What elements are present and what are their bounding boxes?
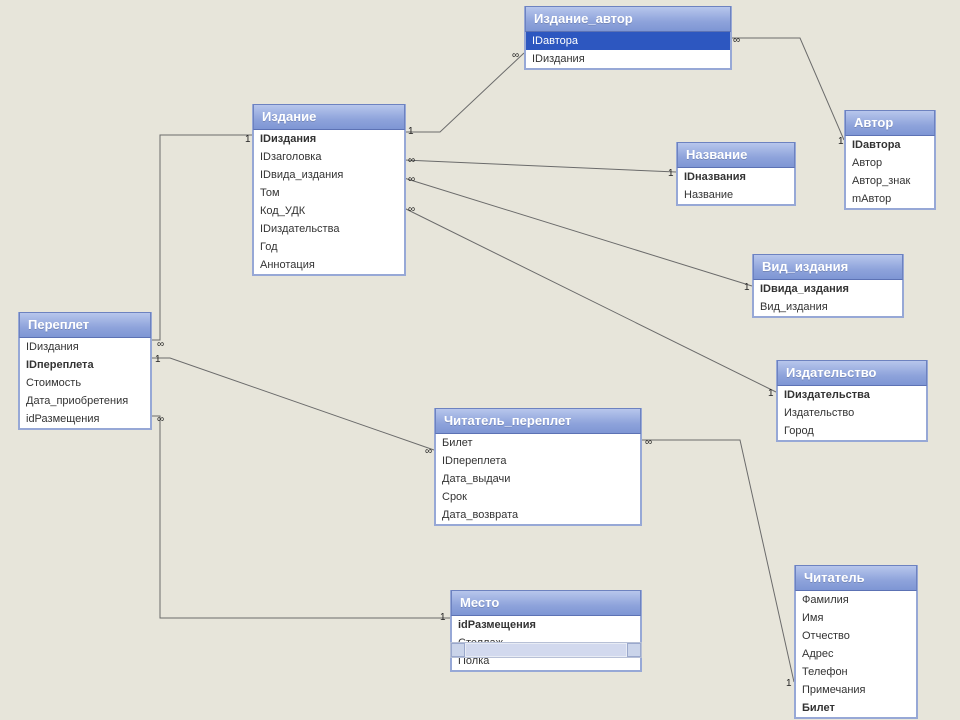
- field-row[interactable]: Срок: [436, 488, 640, 506]
- field-row[interactable]: Билет: [796, 699, 916, 717]
- table-body: Билет IDпереплета Дата_выдачи Срок Дата_…: [435, 434, 641, 525]
- field-row[interactable]: Издательство: [778, 404, 926, 422]
- field-row[interactable]: Вид_издания: [754, 298, 902, 316]
- field-row[interactable]: Отчество: [796, 627, 916, 645]
- field-row[interactable]: Дата_возврата: [436, 506, 640, 524]
- table-body: IDавтора IDиздания: [525, 32, 731, 69]
- cardinality-label: 1: [744, 282, 750, 293]
- field-row[interactable]: IDавтора: [526, 32, 730, 50]
- field-row[interactable]: IDиздания: [20, 338, 150, 356]
- scroll-left-button[interactable]: [451, 643, 465, 657]
- table-avtor[interactable]: Автор IDавтора Автор Автор_знак mАвтор: [844, 110, 936, 210]
- field-row[interactable]: Билет: [436, 434, 640, 452]
- table-body: IDиздания IDзаголовка IDвида_издания Том…: [253, 130, 405, 275]
- field-row[interactable]: IDпереплета: [436, 452, 640, 470]
- table-body: Фамилия Имя Отчество Адрес Телефон Приме…: [795, 591, 917, 718]
- cardinality-label: ∞: [425, 446, 432, 457]
- cardinality-label: ∞: [157, 414, 164, 425]
- table-body: IDиздательства Издательство Город: [777, 386, 927, 441]
- field-row[interactable]: Аннотация: [254, 256, 404, 274]
- table-mesto[interactable]: Место idРазмещения Стеллаж Полка: [450, 590, 642, 672]
- field-row[interactable]: Стоимость: [20, 374, 150, 392]
- field-row[interactable]: Имя: [796, 609, 916, 627]
- table-izdatelstvo[interactable]: Издательство IDиздательства Издательство…: [776, 360, 928, 442]
- cardinality-label: 1: [155, 354, 161, 365]
- table-header: Название: [677, 142, 795, 168]
- field-row[interactable]: IDназвания: [678, 168, 794, 186]
- field-row[interactable]: IDиздания: [254, 130, 404, 148]
- field-row[interactable]: Телефон: [796, 663, 916, 681]
- table-header: Издательство: [777, 360, 927, 386]
- field-row[interactable]: Год: [254, 238, 404, 256]
- cardinality-label: ∞: [408, 155, 415, 166]
- field-row[interactable]: IDпереплета: [20, 356, 150, 374]
- field-row[interactable]: Примечания: [796, 681, 916, 699]
- field-row[interactable]: Фамилия: [796, 591, 916, 609]
- cardinality-label: 1: [668, 168, 674, 179]
- field-row[interactable]: IDвида_издания: [254, 166, 404, 184]
- table-header: Вид_издания: [753, 254, 903, 280]
- table-chitatel[interactable]: Читатель Фамилия Имя Отчество Адрес Теле…: [794, 565, 918, 719]
- field-row[interactable]: Том: [254, 184, 404, 202]
- table-body: IDиздания IDпереплета Стоимость Дата_при…: [19, 338, 151, 429]
- horizontal-scrollbar[interactable]: [450, 642, 642, 658]
- table-vid-izdaniya[interactable]: Вид_издания IDвида_издания Вид_издания: [752, 254, 904, 318]
- table-body: IDавтора Автор Автор_знак mАвтор: [845, 136, 935, 209]
- field-row[interactable]: Дата_выдачи: [436, 470, 640, 488]
- field-row[interactable]: IDвида_издания: [754, 280, 902, 298]
- cardinality-label: ∞: [408, 174, 415, 185]
- cardinality-label: ∞: [408, 204, 415, 215]
- cardinality-label: 1: [245, 134, 251, 145]
- table-pereplet[interactable]: Переплет IDиздания IDпереплета Стоимость…: [18, 312, 152, 430]
- table-header: Читатель_переплет: [435, 408, 641, 434]
- cardinality-label: 1: [408, 126, 414, 137]
- table-izdanie-avtor[interactable]: Издание_автор IDавтора IDиздания: [524, 6, 732, 70]
- field-row[interactable]: Автор_знак: [846, 172, 934, 190]
- field-row[interactable]: IDиздания: [526, 50, 730, 68]
- field-row[interactable]: Дата_приобретения: [20, 392, 150, 410]
- table-izdanie[interactable]: Издание IDиздания IDзаголовка IDвида_изд…: [252, 104, 406, 276]
- cardinality-label: 1: [440, 612, 446, 623]
- table-header: Переплет: [19, 312, 151, 338]
- scroll-right-button[interactable]: [627, 643, 641, 657]
- table-body: IDвида_издания Вид_издания: [753, 280, 903, 317]
- field-row[interactable]: Город: [778, 422, 926, 440]
- field-row[interactable]: IDиздательства: [778, 386, 926, 404]
- table-header: Читатель: [795, 565, 917, 591]
- field-row[interactable]: IDиздательства: [254, 220, 404, 238]
- table-nazvanie[interactable]: Название IDназвания Название: [676, 142, 796, 206]
- cardinality-label: ∞: [512, 50, 519, 61]
- scroll-thumb[interactable]: [466, 644, 626, 656]
- table-chitatel-pereplet[interactable]: Читатель_переплет Билет IDпереплета Дата…: [434, 408, 642, 526]
- field-row[interactable]: Автор: [846, 154, 934, 172]
- cardinality-label: 1: [768, 388, 774, 399]
- field-row[interactable]: IDавтора: [846, 136, 934, 154]
- field-row[interactable]: Адрес: [796, 645, 916, 663]
- table-header: Издание_автор: [525, 6, 731, 32]
- field-row[interactable]: idРазмещения: [20, 410, 150, 428]
- cardinality-label: ∞: [645, 437, 652, 448]
- field-row[interactable]: Название: [678, 186, 794, 204]
- table-header: Издание: [253, 104, 405, 130]
- table-header: Автор: [845, 110, 935, 136]
- cardinality-label: 1: [786, 678, 792, 689]
- field-row[interactable]: IDзаголовка: [254, 148, 404, 166]
- cardinality-label: ∞: [157, 339, 164, 350]
- table-body: IDназвания Название: [677, 168, 795, 205]
- field-row[interactable]: mАвтор: [846, 190, 934, 208]
- cardinality-label: ∞: [733, 35, 740, 46]
- table-header: Место: [451, 590, 641, 616]
- field-row[interactable]: Код_УДК: [254, 202, 404, 220]
- field-row[interactable]: idРазмещения: [452, 616, 640, 634]
- cardinality-label: 1: [838, 136, 844, 147]
